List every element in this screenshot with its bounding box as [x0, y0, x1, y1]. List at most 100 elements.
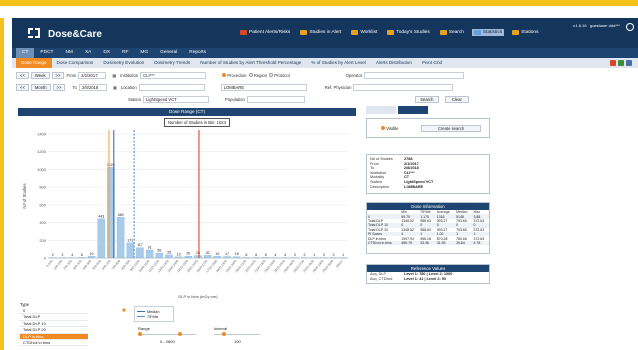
data-label: 19 — [215, 252, 219, 256]
reference-value: Level 1: 41 | Level 2: 50 — [404, 276, 447, 281]
location-label: Location — [120, 85, 137, 90]
ref-physician-select[interactable] — [353, 84, 454, 91]
visible-radio[interactable]: Visible — [381, 126, 398, 131]
right-tab-1[interactable] — [366, 106, 396, 114]
y-tick-label: 1000 — [37, 167, 47, 172]
interval-value: 100 — [234, 339, 241, 344]
nav-stations[interactable]: Stations — [510, 29, 540, 36]
tab-ct[interactable]: CT — [16, 48, 35, 58]
nav-statistics[interactable]: Statistics — [471, 29, 505, 36]
from-date-field[interactable]: 2/1/2017 — [78, 72, 107, 79]
chart-legend: Median 75%ile — [134, 306, 174, 322]
subtab-dose-comparison[interactable]: Dose Comparison — [52, 58, 99, 68]
region-radio[interactable]: Region — [248, 73, 267, 78]
prev-month-button[interactable]: << — [16, 84, 29, 91]
subtab-of-studies-by-alert-level[interactable]: % of Studies by Alert Level — [306, 58, 371, 68]
y-axis-label: N# of Studies — [22, 183, 27, 208]
table-cell: 26.84 — [455, 240, 473, 246]
protocol-radio[interactable]: Protocol — [269, 73, 290, 78]
table-cell: CTDIvol in bins — [367, 240, 401, 246]
nav-patient-alerts-risks[interactable]: Patient Alerts/Risks — [238, 29, 292, 36]
subtab-dose-range[interactable]: Dose Range — [16, 58, 52, 68]
app-version: v.1.6.16 — [572, 23, 587, 28]
tab-general[interactable]: General — [154, 48, 183, 58]
range-max-handle[interactable] — [178, 332, 182, 336]
power-icon[interactable] — [626, 23, 634, 31]
subtab-number-of-studies-by-alert-threshold-percentage[interactable]: Number of Studies by Alert Threshold Per… — [195, 58, 306, 68]
print-icon[interactable] — [626, 60, 632, 66]
range-min-handle[interactable] — [138, 332, 142, 336]
search-button[interactable]: Search — [414, 96, 439, 103]
week-button[interactable]: Week — [30, 72, 50, 79]
nav-label: Statistics — [482, 30, 503, 35]
tab-mg[interactable]: MG — [134, 48, 154, 58]
reference-row: Acq. CTDIvol Level 1: 41 | Level 2: 50 — [367, 277, 489, 282]
table-cell: 4.78 — [472, 240, 489, 246]
nav-label: Search — [448, 30, 464, 35]
subtab-pivot-grid[interactable]: Pivot Grid — [417, 58, 447, 68]
subtab-alerts-distribution[interactable]: Alerts Distribution — [371, 58, 417, 68]
y-tick-label: 600 — [39, 202, 46, 207]
to-date-field[interactable]: 2/8/2018 — [78, 84, 107, 91]
to-label: To — [72, 85, 77, 90]
next-week-button[interactable]: >> — [51, 72, 65, 79]
pdf-export-icon[interactable] — [610, 60, 616, 66]
tab-pdct[interactable]: PDCT — [34, 48, 59, 58]
institution-select[interactable]: CLI*** — [140, 72, 207, 79]
interval-handle[interactable] — [222, 332, 226, 336]
data-label: 6 — [245, 253, 247, 257]
table-cell: 33.96 — [419, 240, 436, 246]
user-name: guestuser ddd*** — [589, 23, 620, 28]
chart-panel: Dose Range (CT) 0 200 400 600 800 1000 1200 140… — [18, 108, 356, 300]
tab-xa[interactable]: XA — [79, 48, 97, 58]
right-tab-2[interactable] — [398, 106, 428, 114]
tab-reports[interactable]: Reports — [183, 48, 212, 58]
range-track — [138, 334, 196, 335]
export-tools — [610, 60, 632, 66]
subtab-dosimetry-evolution[interactable]: Dosimetry Evolution — [98, 58, 149, 68]
data-label: 117 — [137, 243, 143, 247]
subtab-dosimetry-trends[interactable]: Dosimetry Trends — [149, 58, 195, 68]
modality-tabs: CT PDCT NM XA DX RF MG General Reports — [12, 48, 638, 58]
nav-today-s-studies[interactable]: Today's Studies — [385, 29, 431, 36]
calendar-icon[interactable]: ▦ — [113, 85, 117, 90]
legend-swatch — [137, 310, 145, 313]
procedure-select[interactable]: LOMBARE — [220, 84, 307, 91]
summary-value: LOMBARE — [404, 184, 424, 189]
study-summary: N# of Studies 2788 From 2/1/2017 To 2/8/2018 I… — [366, 154, 490, 194]
bar — [97, 218, 105, 259]
bar — [184, 256, 193, 259]
month-button[interactable]: Month — [30, 84, 51, 91]
bar — [252, 257, 260, 259]
data-label: 443 — [98, 214, 104, 218]
dose-table: Min 75%ile Average Median Max 0 95.75 1.175 1318… — [367, 210, 489, 246]
population-select[interactable] — [246, 96, 305, 103]
nav-search[interactable]: Search — [438, 29, 466, 36]
station-select[interactable]: LightSpeed VCT — [143, 96, 210, 103]
range-sliders: Range 0 - 2800 Interval 100 — [134, 326, 264, 348]
bar — [213, 256, 222, 259]
tab-rf[interactable]: RF — [116, 48, 134, 58]
nav-studies-in-alert[interactable]: Studies in Alert — [298, 29, 343, 36]
next-month-button[interactable]: >> — [52, 84, 66, 91]
table-row: CTDIvol in bins 489.79 33.96 31.95 26.84 4.78 — [367, 240, 489, 246]
tab-dx[interactable]: DX — [97, 48, 116, 58]
operator-label: Operator — [345, 73, 363, 78]
range-label: Range — [138, 326, 150, 331]
tab-nm[interactable]: NM — [59, 48, 78, 58]
excel-export-icon[interactable] — [618, 60, 624, 66]
station-label: Station — [128, 97, 142, 102]
data-label: 35 — [167, 250, 171, 254]
bar — [194, 255, 202, 259]
prev-week-button[interactable]: << — [16, 72, 29, 79]
nav-worklist[interactable]: Worklist — [349, 29, 379, 36]
clear-button[interactable]: Clear — [444, 96, 469, 103]
type-item-ctdivol-in-bins[interactable]: CTDIvol in bins — [20, 340, 88, 347]
chart-header: Dose Range (CT) — [18, 108, 356, 116]
location-select[interactable] — [138, 84, 205, 91]
calendar-icon[interactable]: ▦ — [112, 73, 116, 78]
operator-select[interactable] — [364, 72, 465, 79]
create-search-button[interactable]: Create search — [421, 125, 481, 132]
procedure-radio[interactable]: Procedure — [222, 73, 247, 78]
nav-label: Today's Studies — [396, 30, 430, 35]
